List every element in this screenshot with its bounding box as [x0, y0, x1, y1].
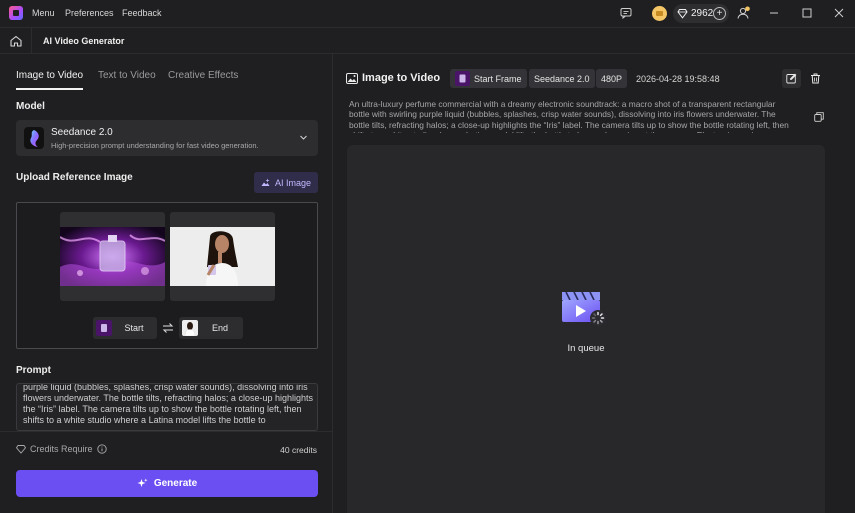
maximize-icon[interactable]	[800, 6, 814, 20]
model-chip: Seedance 2.0	[529, 69, 595, 88]
edit-button[interactable]	[782, 69, 801, 88]
page-title: AI Video Generator	[43, 36, 125, 46]
resolution-chip: 480P	[596, 69, 628, 88]
trash-icon	[811, 73, 820, 84]
sparkle-icon	[137, 478, 148, 487]
credits-count: 2962	[691, 8, 714, 19]
prompt-textarea[interactable]: purple liquid (bubbles, splashes, crisp …	[16, 383, 318, 431]
prompt-text[interactable]: purple liquid (bubbles, splashes, crisp …	[23, 384, 313, 426]
tab-text-to-video[interactable]: Text to Video	[98, 70, 156, 81]
model-name: Seedance 2.0	[51, 127, 113, 138]
model-section-label: Model	[16, 101, 45, 112]
left-divider	[0, 431, 333, 432]
upload-reference-area[interactable]: Start End	[16, 202, 318, 349]
task-title: Image to Video	[362, 72, 441, 84]
perfume-bottle-image	[60, 227, 165, 286]
start-frame-chip-thumb	[455, 71, 470, 86]
queue-status: In queue	[567, 343, 605, 354]
tab-image-to-video[interactable]: Image to Video	[16, 70, 83, 81]
credits-require-label: Credits Require	[30, 444, 93, 454]
model-selector[interactable]: Seedance 2.0 High-precision prompt under…	[16, 120, 318, 156]
seedance-logo-icon	[24, 127, 44, 149]
upload-section-label: Upload Reference Image	[16, 172, 133, 183]
end-label: End	[211, 323, 228, 333]
menu-button[interactable]: Menu	[32, 8, 55, 18]
chip-model-label: Seedance 2.0	[534, 73, 590, 84]
video-queue-icon	[562, 291, 606, 326]
end-frame-thumbnail[interactable]	[170, 212, 275, 301]
nav-bar: AI Video Generator	[0, 27, 855, 54]
ai-image-button[interactable]: AI Image	[254, 172, 318, 193]
chevron-down-icon[interactable]	[299, 133, 308, 142]
gift-coin-icon[interactable]	[652, 6, 667, 21]
user-avatar-icon[interactable]	[736, 6, 750, 20]
nav-divider	[31, 28, 32, 54]
right-panel: Image to Video Start Frame Seedance 2.0 …	[333, 54, 855, 513]
add-credits-icon[interactable]: +	[713, 7, 726, 20]
generate-button[interactable]: Generate	[16, 470, 318, 497]
info-icon[interactable]	[96, 444, 107, 454]
home-icon[interactable]	[9, 34, 23, 48]
chip-res-label: 480P	[601, 73, 623, 84]
model-description: High-precision prompt understanding for …	[51, 141, 259, 150]
left-panel: Image to Video Text to Video Creative Ef…	[0, 54, 333, 513]
prompt-section-label: Prompt	[16, 365, 51, 376]
chip-frame-label: Start Frame	[474, 73, 522, 84]
edit-icon	[786, 73, 797, 84]
start-frame-button[interactable]: Start	[93, 317, 157, 339]
end-frame-button[interactable]: End	[179, 317, 243, 339]
credits-balance[interactable]: 2962 +	[673, 4, 729, 23]
message-icon[interactable]	[620, 7, 632, 19]
app-logo-icon	[9, 6, 23, 20]
prompt-description: An ultra-luxury perfume commercial with …	[349, 99, 789, 133]
copy-icon[interactable]	[814, 112, 824, 122]
swap-icon[interactable]	[162, 322, 174, 334]
model-portrait-image	[170, 227, 275, 286]
start-frame-thumbnail[interactable]	[60, 212, 165, 301]
preferences-button[interactable]: Preferences	[65, 8, 114, 18]
ai-image-label: AI Image	[274, 177, 312, 188]
diamond-icon	[677, 9, 688, 19]
tab-creative-effects[interactable]: Creative Effects	[168, 70, 238, 81]
ai-image-icon	[261, 178, 270, 186]
active-tab-indicator	[16, 88, 83, 90]
video-preview-area: In queue	[347, 145, 825, 513]
credits-require: Credits Require	[16, 444, 111, 454]
minimize-icon[interactable]	[767, 6, 781, 20]
feedback-button[interactable]: Feedback	[122, 8, 162, 18]
credits-required-value: 40 credits	[280, 445, 317, 455]
close-icon[interactable]	[832, 6, 846, 20]
delete-button[interactable]	[806, 69, 825, 88]
image-to-video-icon	[346, 73, 358, 84]
title-bar: Menu Preferences Feedback 2962 +	[0, 0, 855, 27]
start-frame-chip: Start Frame	[450, 69, 527, 88]
diamond-icon	[16, 445, 26, 454]
start-label: Start	[124, 323, 144, 333]
task-timestamp: 2026-04-28 19:58:48	[636, 74, 720, 84]
generate-label: Generate	[153, 478, 198, 489]
